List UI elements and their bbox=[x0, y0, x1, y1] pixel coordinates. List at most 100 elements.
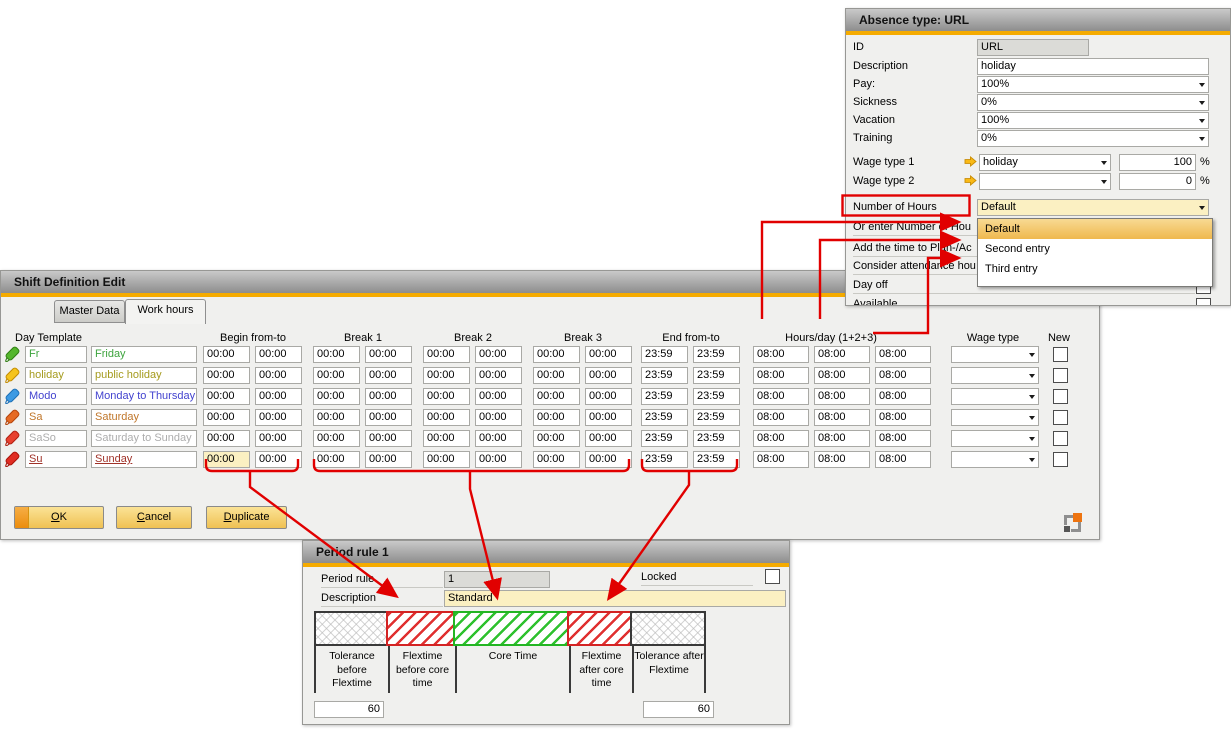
time-field[interactable]: 00:00 bbox=[365, 346, 412, 363]
description-field[interactable]: holiday bbox=[977, 58, 1209, 75]
time-field[interactable]: 00:00 bbox=[203, 409, 250, 426]
time-field[interactable]: 00:00 bbox=[585, 346, 632, 363]
wage-type-select[interactable] bbox=[951, 367, 1039, 384]
time-field[interactable]: 00:00 bbox=[203, 430, 250, 447]
time-field[interactable]: 00:00 bbox=[365, 409, 412, 426]
time-field[interactable]: 00:00 bbox=[313, 367, 360, 384]
time-field[interactable]: 00:00 bbox=[203, 388, 250, 405]
time-field[interactable]: 00:00 bbox=[533, 409, 580, 426]
tolerance-after-field[interactable]: 60 bbox=[643, 701, 714, 718]
day-code-field[interactable]: Sa bbox=[25, 409, 87, 426]
hours-per-day-field[interactable]: 08:00 bbox=[753, 388, 809, 405]
time-field[interactable]: 00:00 bbox=[585, 430, 632, 447]
day-code-field[interactable]: Modo bbox=[25, 388, 87, 405]
hours-per-day-field[interactable]: 08:00 bbox=[875, 346, 931, 363]
dropdown-item-third-entry[interactable]: Third entry bbox=[978, 259, 1212, 279]
time-field[interactable]: 23:59 bbox=[693, 409, 740, 426]
time-field[interactable]: 00:00 bbox=[255, 346, 302, 363]
time-field[interactable]: 00:00 bbox=[255, 430, 302, 447]
wage-type-2-select[interactable] bbox=[979, 173, 1111, 190]
hours-per-day-field[interactable]: 08:00 bbox=[875, 409, 931, 426]
time-field[interactable]: 23:59 bbox=[693, 430, 740, 447]
time-field[interactable]: 00:00 bbox=[475, 346, 522, 363]
day-name-field[interactable]: public holiday bbox=[91, 367, 197, 384]
hours-per-day-field[interactable]: 08:00 bbox=[814, 409, 870, 426]
time-field[interactable]: 00:00 bbox=[533, 346, 580, 363]
sickness-select[interactable]: 0% bbox=[977, 94, 1209, 111]
hours-per-day-field[interactable]: 08:00 bbox=[814, 346, 870, 363]
wage-type-select[interactable] bbox=[951, 430, 1039, 447]
wage-type-select[interactable] bbox=[951, 346, 1039, 363]
new-checkbox[interactable] bbox=[1053, 389, 1068, 404]
day-code-field[interactable]: SaSo bbox=[25, 430, 87, 447]
time-field[interactable]: 00:00 bbox=[203, 451, 250, 468]
time-field[interactable]: 00:00 bbox=[255, 367, 302, 384]
expand-icon[interactable] bbox=[1063, 513, 1083, 533]
time-field[interactable]: 00:00 bbox=[475, 409, 522, 426]
new-checkbox[interactable] bbox=[1053, 431, 1068, 446]
new-checkbox[interactable] bbox=[1053, 452, 1068, 467]
time-field[interactable]: 00:00 bbox=[423, 388, 470, 405]
time-field[interactable]: 00:00 bbox=[313, 388, 360, 405]
vacation-select[interactable]: 100% bbox=[977, 112, 1209, 129]
hours-per-day-field[interactable]: 08:00 bbox=[753, 346, 809, 363]
day-code-field[interactable]: Fr bbox=[25, 346, 87, 363]
available-checkbox[interactable] bbox=[1196, 298, 1211, 306]
time-field[interactable]: 23:59 bbox=[693, 388, 740, 405]
dropdown-item-second-entry[interactable]: Second entry bbox=[978, 239, 1212, 259]
day-name-field[interactable]: Sunday bbox=[91, 451, 197, 468]
time-field[interactable]: 23:59 bbox=[641, 346, 688, 363]
time-field[interactable]: 00:00 bbox=[533, 388, 580, 405]
time-field[interactable]: 23:59 bbox=[693, 451, 740, 468]
time-field[interactable]: 00:00 bbox=[423, 430, 470, 447]
day-name-field[interactable]: Friday bbox=[91, 346, 197, 363]
hours-per-day-field[interactable]: 08:00 bbox=[875, 367, 931, 384]
time-field[interactable]: 00:00 bbox=[585, 451, 632, 468]
time-field[interactable]: 23:59 bbox=[693, 346, 740, 363]
new-checkbox[interactable] bbox=[1053, 410, 1068, 425]
wage-type-select[interactable] bbox=[951, 409, 1039, 426]
time-field[interactable]: 00:00 bbox=[313, 430, 360, 447]
time-field[interactable]: 00:00 bbox=[365, 367, 412, 384]
number-of-hours-select[interactable]: Default bbox=[977, 199, 1209, 216]
time-field[interactable]: 00:00 bbox=[313, 451, 360, 468]
training-select[interactable]: 0% bbox=[977, 130, 1209, 147]
time-field[interactable]: 00:00 bbox=[475, 430, 522, 447]
time-field[interactable]: 00:00 bbox=[423, 451, 470, 468]
locked-checkbox[interactable] bbox=[765, 569, 780, 584]
time-field[interactable]: 00:00 bbox=[203, 367, 250, 384]
hours-per-day-field[interactable]: 08:00 bbox=[814, 430, 870, 447]
time-field[interactable]: 00:00 bbox=[313, 346, 360, 363]
time-field[interactable]: 23:59 bbox=[641, 388, 688, 405]
wage-type-select[interactable] bbox=[951, 451, 1039, 468]
description-field[interactable]: Standard bbox=[444, 590, 786, 607]
tab-work-hours[interactable]: Work hours bbox=[125, 299, 206, 324]
time-field[interactable]: 00:00 bbox=[585, 388, 632, 405]
hours-per-day-field[interactable]: 08:00 bbox=[753, 367, 809, 384]
wage-type-2-percent-field[interactable]: 0 bbox=[1119, 173, 1196, 190]
hours-per-day-field[interactable]: 08:00 bbox=[814, 388, 870, 405]
tolerance-before-field[interactable]: 60 bbox=[314, 701, 384, 718]
time-field[interactable]: 00:00 bbox=[423, 367, 470, 384]
time-field[interactable]: 00:00 bbox=[533, 451, 580, 468]
wage-type-select[interactable] bbox=[951, 388, 1039, 405]
time-field[interactable]: 23:59 bbox=[693, 367, 740, 384]
time-field[interactable]: 00:00 bbox=[365, 388, 412, 405]
hours-per-day-field[interactable]: 08:00 bbox=[814, 451, 870, 468]
time-field[interactable]: 00:00 bbox=[423, 346, 470, 363]
dropdown-item-default[interactable]: Default bbox=[978, 219, 1212, 239]
time-field[interactable]: 23:59 bbox=[641, 409, 688, 426]
cancel-button[interactable]: Cancel bbox=[116, 506, 192, 529]
time-field[interactable]: 23:59 bbox=[641, 430, 688, 447]
hours-per-day-field[interactable]: 08:00 bbox=[753, 430, 809, 447]
time-field[interactable]: 00:00 bbox=[255, 451, 302, 468]
time-field[interactable]: 00:00 bbox=[533, 367, 580, 384]
hours-per-day-field[interactable]: 08:00 bbox=[753, 451, 809, 468]
time-field[interactable]: 00:00 bbox=[533, 430, 580, 447]
wage-type-1-percent-field[interactable]: 100 bbox=[1119, 154, 1196, 171]
link-arrow-icon[interactable] bbox=[964, 156, 977, 170]
new-checkbox[interactable] bbox=[1053, 347, 1068, 362]
day-name-field[interactable]: Saturday bbox=[91, 409, 197, 426]
tab-master-data[interactable]: Master Data bbox=[54, 300, 125, 323]
new-checkbox[interactable] bbox=[1053, 368, 1068, 383]
